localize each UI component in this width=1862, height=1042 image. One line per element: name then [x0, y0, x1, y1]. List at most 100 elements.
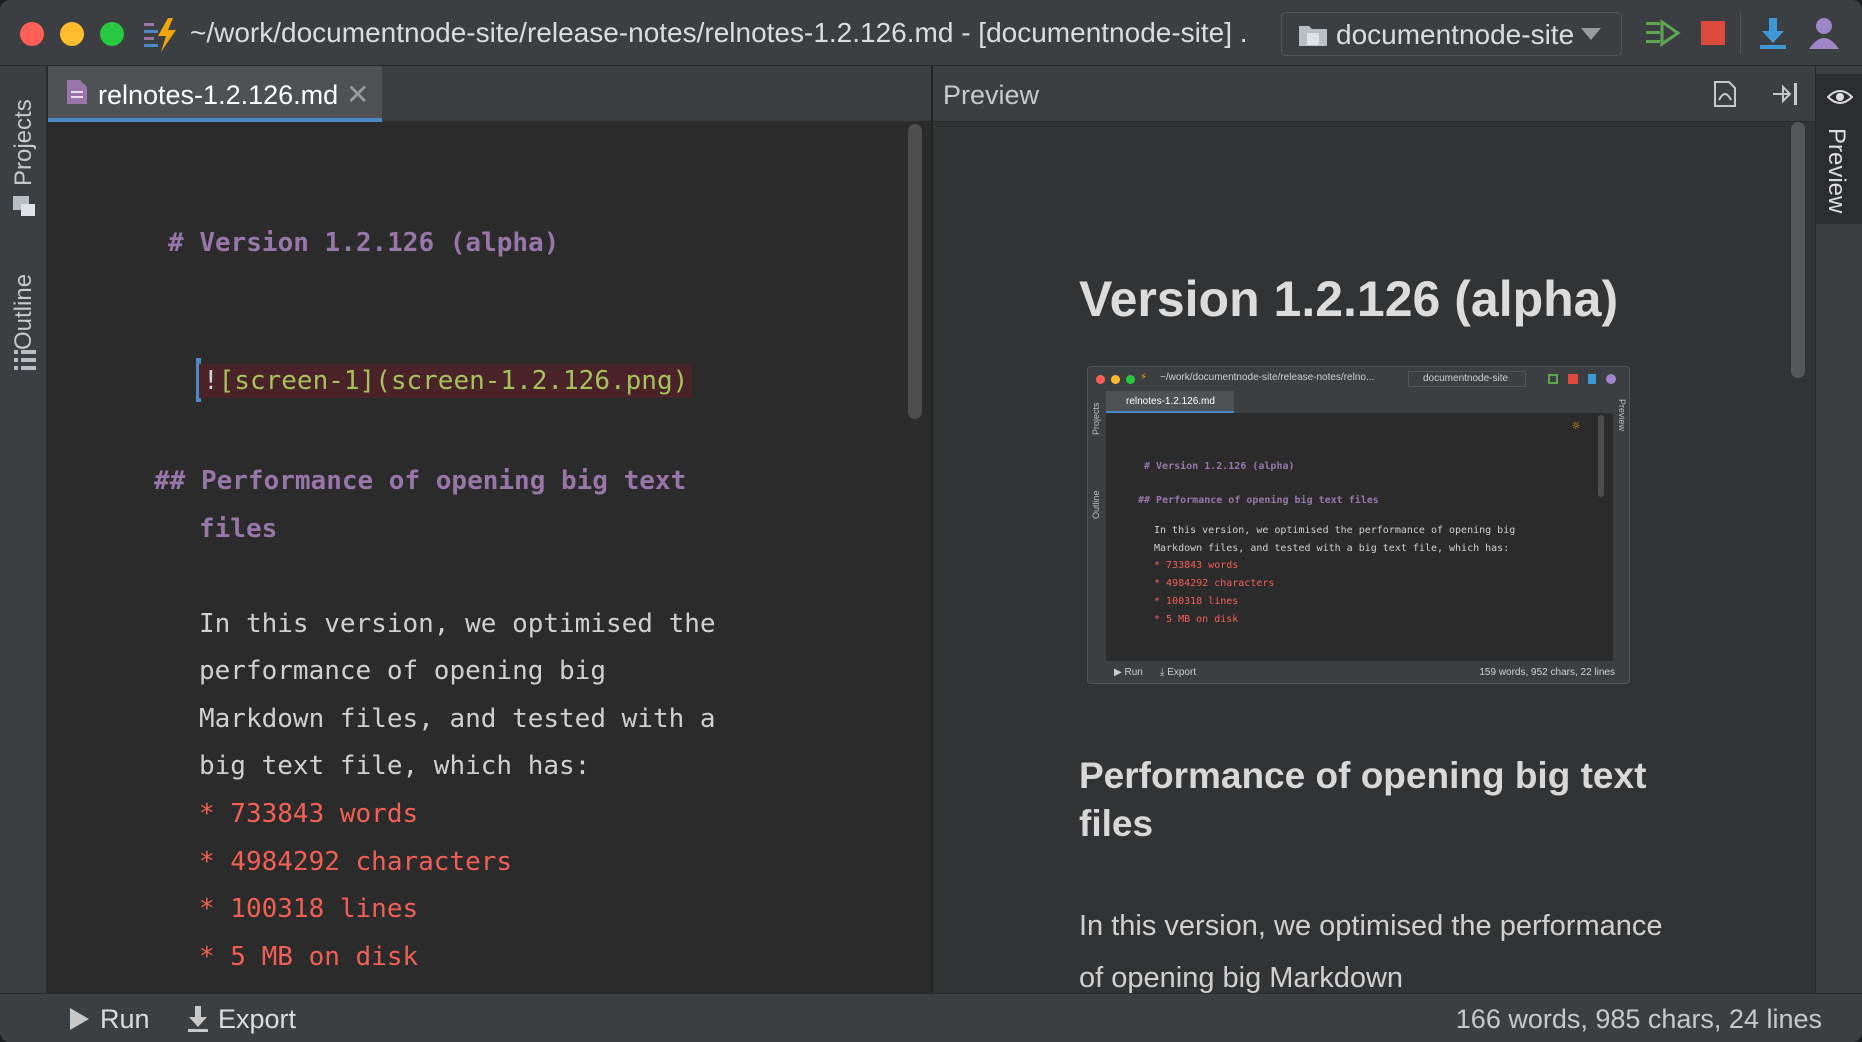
projects-tool-label: Projects [10, 99, 37, 186]
minimize-window-button[interactable] [60, 22, 84, 46]
thumb-para-2: Markdown files, and tested with a big te… [1154, 543, 1510, 554]
close-tab-icon[interactable]: ✕ [346, 78, 369, 111]
editor-list-item: * 100318 lines [199, 894, 419, 924]
thumb-close-dot [1096, 375, 1105, 384]
thumb-projects-label: Projects [1091, 402, 1101, 435]
window-title: ~/work/documentnode-site/release-notes/r… [190, 17, 1250, 48]
thumb-project-selector: documentnode-site [1408, 371, 1526, 387]
thumb-para-1: In this version, we optimised the perfor… [1154, 525, 1516, 536]
download-icon[interactable] [1754, 14, 1792, 52]
image-bang: ! [203, 366, 219, 396]
h1-text: Version 1.2.126 (alpha) [199, 228, 560, 258]
preview-paragraph: In this version, we optimised the perfor… [1079, 910, 1663, 993]
play-icon [70, 1008, 89, 1030]
project-selector[interactable]: documentnode-site [1281, 12, 1622, 56]
editor-para-line: big text file, which has: [199, 751, 591, 781]
status-bar: Run Export 166 words, 985 chars, 24 line… [0, 993, 1862, 1042]
thumb-list-item: * 4984292 characters [1154, 578, 1275, 589]
ide-window: ~/work/documentnode-site/release-notes/r… [0, 0, 1862, 1042]
thumb-run-label: Run [1124, 667, 1143, 678]
thumb-tab: relnotes-1.2.126.md [1106, 391, 1234, 413]
chevron-down-icon [1581, 28, 1601, 40]
eye-icon [1827, 90, 1853, 104]
thumb-project-label: documentnode-site [1423, 373, 1509, 384]
editor-list-item: * 4984292 characters [199, 847, 513, 877]
thumb-editor-body: ☼ # Version 1.2.126 (alpha) ## Performan… [1106, 413, 1613, 661]
preview-title: Preview [943, 80, 1040, 110]
editor-list-item: * 5 MB on disk [199, 942, 419, 972]
editor-tab-bar: relnotes-1.2.126.md ✕ [48, 66, 931, 122]
image-link: [screen-1](screen-1.2.126.png) [218, 366, 689, 396]
tab-label: relnotes-1.2.126.md [98, 80, 339, 110]
preview-tool-tab[interactable]: Preview [1816, 74, 1862, 224]
h2-text-1: Performance of opening big text [200, 466, 687, 496]
export-download-icon [188, 1006, 208, 1032]
h1-marker: # [168, 228, 184, 258]
thumb-scrollbar [1598, 415, 1604, 497]
thumb-export-label: Export [1167, 667, 1197, 678]
preview-h2: Performance of opening big text files [1079, 755, 1647, 844]
editor-list-item: * 733843 words [199, 799, 419, 829]
markdown-editor[interactable]: # Version 1.2.126 (alpha) ![screen-1](sc… [48, 122, 931, 993]
user-icon[interactable] [1805, 14, 1843, 52]
thumb-stop-icon [1568, 374, 1578, 384]
app-logo-icon [144, 18, 176, 52]
left-tool-strip: Projects Outline [0, 66, 47, 993]
document-stats: 166 words, 985 chars, 24 lines [1455, 1004, 1822, 1034]
maximize-window-button[interactable] [100, 22, 124, 46]
thumb-run-button: ▶ Run [1114, 667, 1143, 678]
markdown-file-icon [67, 80, 87, 104]
stop-icon[interactable] [1694, 14, 1732, 52]
thumb-outline-label: Outline [1091, 490, 1101, 519]
tab-relnotes[interactable]: relnotes-1.2.126.md ✕ [48, 66, 382, 122]
hide-preview-icon[interactable] [1771, 80, 1799, 108]
thumb-right-strip: Preview [1613, 391, 1629, 661]
export-button[interactable]: Export [186, 1003, 306, 1035]
project-selector-label: documentnode-site [1336, 19, 1575, 50]
preview-header: Preview [933, 66, 1815, 122]
close-window-button[interactable] [20, 22, 44, 46]
editor-para-line: In this version, we optimised the [199, 609, 716, 639]
thumb-h1: # Version 1.2.126 (alpha) [1144, 461, 1295, 472]
thumb-app-icon: ⚡ [1140, 372, 1148, 383]
thumb-list-item: * 100318 lines [1154, 596, 1239, 607]
editor-h2-line-1: ## Performance of opening big text [154, 466, 686, 496]
markdown-preview: Version 1.2.126 (alpha) ⚡ ~/work/documen… [933, 122, 1815, 993]
thumb-h2: ## Performance of opening big text files [1138, 495, 1379, 506]
right-tool-strip: Preview [1815, 66, 1862, 993]
preview-tool-label: Preview [1823, 128, 1850, 214]
thumb-export-button: ⤓ Export [1160, 667, 1197, 678]
run-button-label: Run [100, 1004, 150, 1034]
editor-h2-line-2: files [199, 514, 278, 544]
outline-tool-label: Outline [10, 273, 37, 350]
run-icon[interactable] [1643, 14, 1681, 52]
h2-marker: ## [154, 466, 186, 496]
thumb-max-dot [1126, 375, 1135, 384]
projects-folder-icon [13, 196, 35, 216]
thumb-download-icon [1588, 374, 1596, 384]
thumb-list-item: * 733843 words [1154, 560, 1239, 571]
thumb-tab-bar: relnotes-1.2.126.md [1106, 391, 1613, 413]
thumb-preview-label: Preview [1617, 399, 1627, 432]
export-pdf-icon[interactable] [1711, 80, 1739, 108]
run-button[interactable]: Run [66, 1003, 156, 1035]
editor-para-line: performance of opening big [199, 656, 606, 686]
folder-icon [1299, 26, 1327, 46]
preview-screenshot-image: ⚡ ~/work/documentnode-site/release-notes… [1087, 366, 1630, 684]
thumb-bulb-icon: ☼ [1572, 419, 1580, 434]
title-bar: ~/work/documentnode-site/release-notes/r… [0, 0, 1862, 66]
preview-scrollbar[interactable] [1791, 122, 1805, 378]
editor-para-line: Markdown files, and tested with a [199, 704, 716, 734]
thumb-list-item: * 5 MB on disk [1154, 614, 1239, 625]
thumb-min-dot [1111, 375, 1120, 384]
thumb-left-strip: Projects Outline [1088, 391, 1106, 661]
export-button-label: Export [218, 1004, 297, 1034]
thumb-stats: 159 words, 952 chars, 22 lines [1479, 667, 1615, 678]
editor-scrollbar[interactable] [908, 124, 922, 419]
thumb-run-icon [1548, 374, 1558, 384]
toolbar-separator [1740, 12, 1741, 54]
preview-h1: Version 1.2.126 (alpha) [1079, 271, 1619, 327]
projects-tool-tab[interactable]: Projects [6, 76, 42, 196]
editor-h1-line: # Version 1.2.126 (alpha) [168, 228, 559, 258]
thumb-title-bar: ⚡ ~/work/documentnode-site/release-notes… [1088, 367, 1629, 391]
